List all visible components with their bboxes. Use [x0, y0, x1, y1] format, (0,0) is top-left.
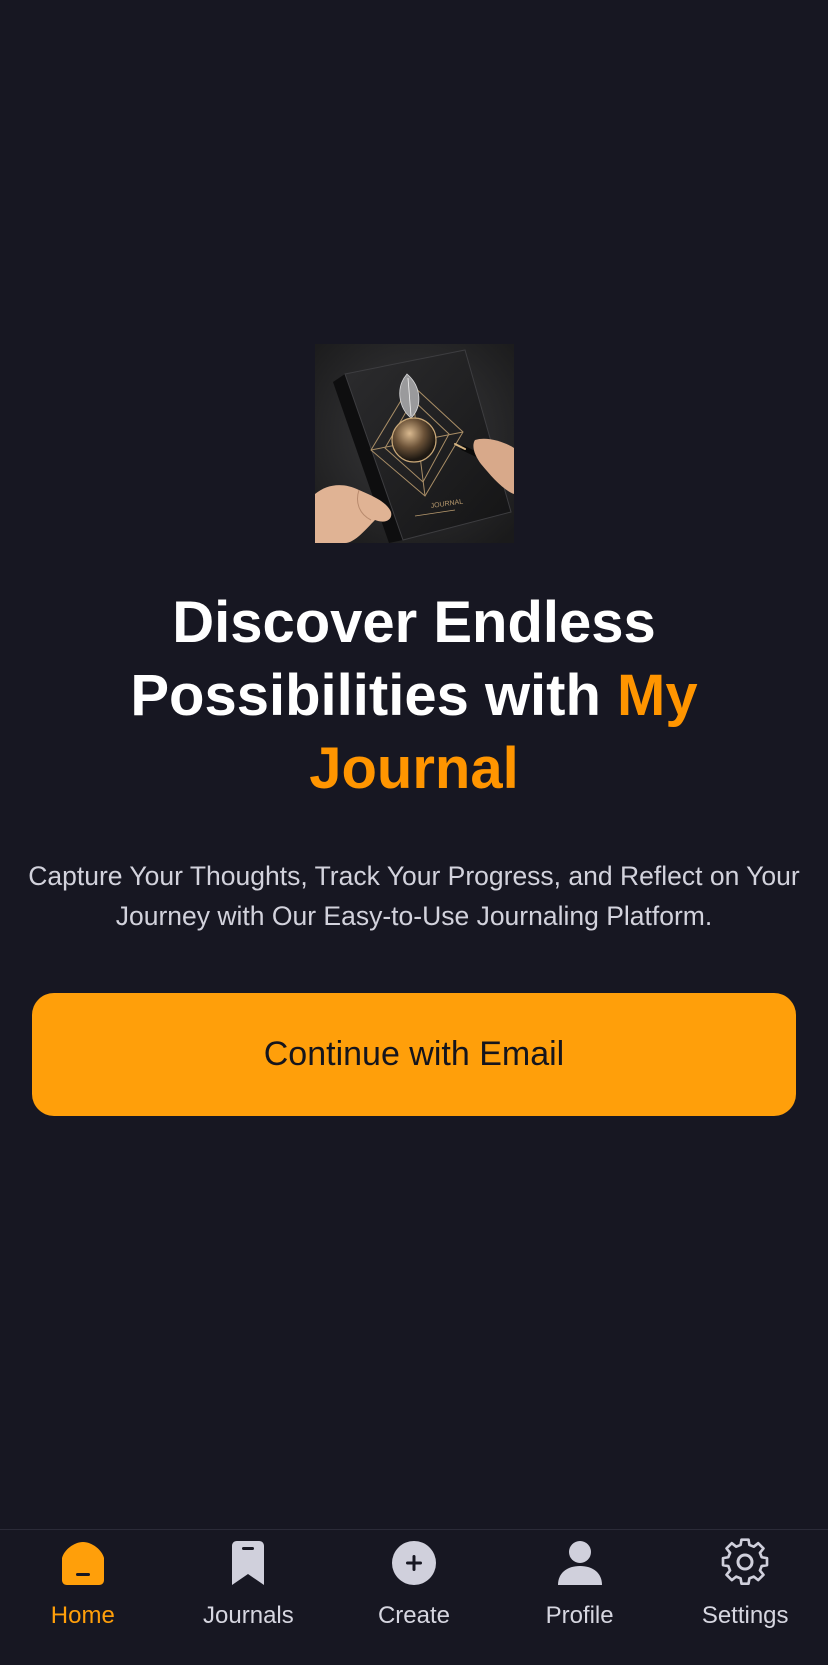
- bookmark-icon: [221, 1536, 275, 1590]
- subtitle: Capture Your Thoughts, Track Your Progre…: [28, 861, 800, 931]
- home-icon: [56, 1536, 110, 1590]
- person-icon: [553, 1536, 607, 1590]
- journal-cover-image: JOURNAL: [315, 344, 514, 543]
- tab-label-create: Create: [377, 1602, 450, 1629]
- tab-create[interactable]: Create: [331, 1530, 497, 1665]
- tab-profile[interactable]: Profile: [497, 1530, 663, 1665]
- continue-with-email-button[interactable]: Continue with Email: [32, 993, 796, 1116]
- tab-journals[interactable]: Journals: [166, 1530, 332, 1665]
- plus-circle-icon: [387, 1536, 441, 1590]
- tab-label-settings: Settings: [701, 1602, 789, 1629]
- tab-settings[interactable]: Settings: [662, 1530, 828, 1665]
- tab-label-profile: Profile: [545, 1602, 614, 1629]
- bottom-tab-bar: Home Journals Create Profile Settings: [0, 1529, 828, 1665]
- gear-icon: [718, 1536, 772, 1590]
- tab-label-journals: Journals: [203, 1602, 294, 1629]
- headline-text: Discover Endless Possibilities with: [130, 590, 656, 728]
- page-title: Discover Endless Possibilities with My J…: [60, 586, 768, 805]
- tab-home[interactable]: Home: [0, 1530, 166, 1665]
- tab-label-home: Home: [50, 1602, 115, 1629]
